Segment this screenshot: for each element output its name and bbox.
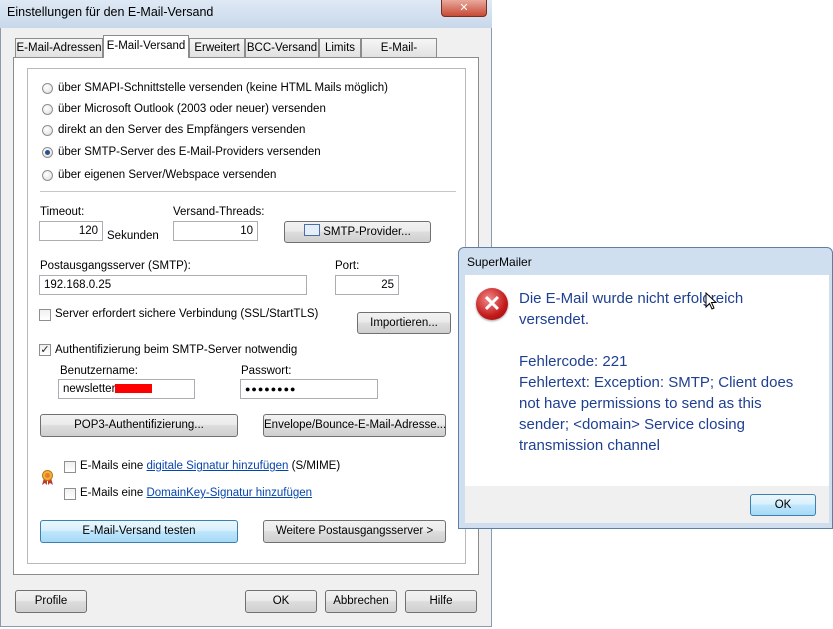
- radio-smapi-label: über SMAPI-Schnittstelle versenden (kein…: [58, 82, 389, 94]
- radio-outlook-label: über Microsoft Outlook (2003 oder neuer)…: [58, 103, 326, 115]
- message-line: sender; <domain> Service closing: [519, 416, 745, 433]
- domainkey-prefix: E-Mails eine: [80, 487, 144, 499]
- test-sending-button[interactable]: E-Mail-Versand testen: [40, 520, 238, 543]
- error-icon: ✕: [476, 288, 508, 320]
- smtp-server-label: Postausgangsserver (SMTP):: [40, 260, 191, 272]
- divider: [40, 191, 456, 192]
- more-servers-button[interactable]: Weitere Postausgangsserver >: [263, 520, 446, 543]
- radio-outlook[interactable]: [42, 104, 53, 115]
- smtp-provider-button[interactable]: SMTP-Provider...: [284, 221, 431, 243]
- ok-button[interactable]: OK: [245, 590, 317, 613]
- digital-signature-row: E-Mails eine digitale Signatur hinzufüge…: [80, 460, 340, 472]
- domainkey-checkbox[interactable]: [64, 488, 76, 500]
- message-line: transmission channel: [519, 437, 660, 454]
- tab-email-addresses[interactable]: E-Mail-Adressen: [15, 38, 103, 57]
- message-line: Fehlercode: 221: [519, 353, 628, 370]
- domainkey-row: E-Mails eine DomainKey-Signatur hinzufüg…: [80, 487, 312, 499]
- tab-advanced[interactable]: Erweitert: [189, 38, 245, 57]
- message-line: not have permissions to send as this: [519, 395, 762, 412]
- timeout-unit: Sekunden: [107, 230, 159, 242]
- secure-connection-label: Server erfordert sichere Verbindung (SSL…: [55, 308, 319, 320]
- digital-signature-link[interactable]: digitale Signatur hinzufügen: [146, 460, 288, 472]
- radio-direct[interactable]: [42, 125, 53, 136]
- digital-signature-prefix: E-Mails eine: [80, 460, 144, 472]
- profile-button[interactable]: Profile: [15, 590, 87, 613]
- port-input[interactable]: 25: [335, 275, 399, 295]
- smtp-server-input[interactable]: 192.168.0.25: [39, 275, 307, 295]
- window-title: Einstellungen für den E-Mail-Versand: [7, 5, 214, 19]
- message-line: Fehlertext: Exception: SMTP; Client does: [519, 374, 794, 391]
- tab-email-sending[interactable]: E-Mail-Versand: [103, 35, 189, 58]
- pop3-auth-button[interactable]: POP3-Authentifizierung...: [40, 414, 238, 437]
- radio-direct-label: direkt an den Server des Empfängers vers…: [58, 124, 306, 136]
- tab-email-header[interactable]: E-Mail-Header: [361, 38, 437, 72]
- smtp-provider-button-label: SMTP-Provider...: [323, 226, 411, 238]
- digital-signature-suffix: (S/MIME): [291, 460, 341, 472]
- timeout-input[interactable]: 120: [39, 221, 103, 241]
- redaction-mark: [115, 384, 153, 393]
- message-ok-button[interactable]: OK: [750, 494, 816, 516]
- threads-label: Versand-Threads:: [173, 206, 265, 218]
- radio-smtp-provider[interactable]: [42, 147, 53, 158]
- port-label: Port:: [335, 260, 360, 272]
- import-button[interactable]: Importieren...: [357, 312, 451, 334]
- envelope-icon: [304, 224, 321, 236]
- tab-bcc-sending[interactable]: BCC-Versand: [245, 38, 319, 57]
- message-box-title: SuperMailer: [467, 255, 532, 269]
- password-input[interactable]: ●●●●●●●●: [240, 379, 378, 399]
- domainkey-link[interactable]: DomainKey-Signatur hinzufügen: [146, 487, 312, 499]
- username-value: newsletter: [63, 383, 116, 395]
- radio-own-server[interactable]: [42, 170, 53, 181]
- threads-input[interactable]: 10: [173, 221, 258, 241]
- mouse-cursor-icon: [705, 291, 718, 310]
- envelope-bounce-button[interactable]: Envelope/Bounce-E-Mail-Adresse...: [263, 414, 446, 437]
- close-button[interactable]: ✕: [441, 0, 487, 17]
- digital-signature-checkbox[interactable]: [64, 461, 76, 473]
- secure-connection-checkbox[interactable]: [39, 309, 51, 321]
- tab-limits[interactable]: Limits: [319, 38, 361, 57]
- message-line: versendet.: [519, 311, 590, 328]
- timeout-label: Timeout:: [40, 206, 85, 218]
- auth-label: Authentifizierung beim SMTP-Server notwe…: [55, 344, 298, 356]
- username-label: Benutzername:: [60, 365, 138, 377]
- radio-smtp-provider-label: über SMTP-Server des E-Mail-Providers ve…: [58, 146, 321, 158]
- auth-checkbox[interactable]: ✓: [39, 344, 51, 356]
- radio-smapi[interactable]: [42, 83, 53, 94]
- username-input[interactable]: newsletter: [58, 379, 195, 399]
- radio-own-server-label: über eigenen Server/Webspace versenden: [58, 169, 277, 181]
- cancel-button[interactable]: Abbrechen: [325, 590, 397, 613]
- password-label: Passwort:: [241, 365, 292, 377]
- certificate-ribbon-icon: [40, 469, 55, 486]
- help-button[interactable]: Hilfe: [405, 590, 477, 613]
